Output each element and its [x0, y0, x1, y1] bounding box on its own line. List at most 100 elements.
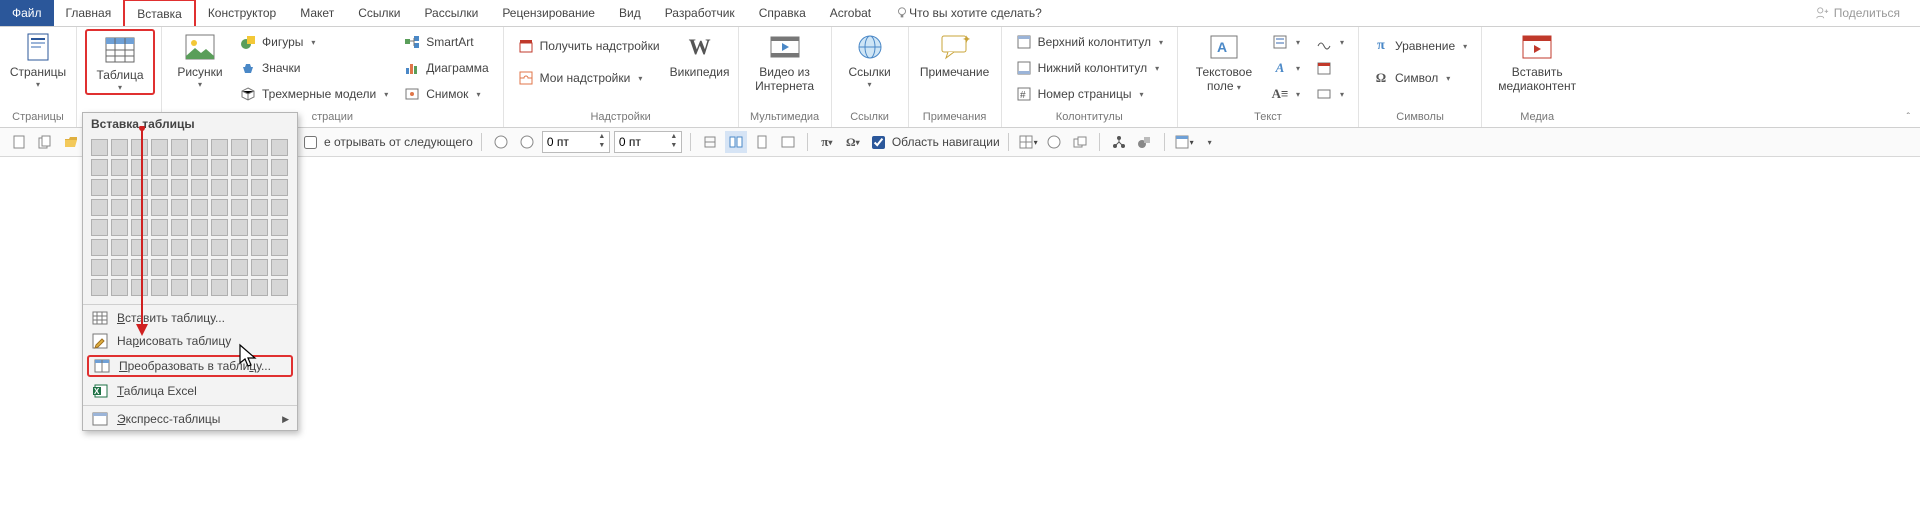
table-grid-cell[interactable]	[111, 259, 128, 276]
table-grid-cell[interactable]	[91, 139, 108, 156]
table-grid-cell[interactable]	[151, 279, 168, 296]
table-grid-cell[interactable]	[271, 179, 288, 196]
table-grid-cell[interactable]	[251, 179, 268, 196]
qat-table-grid[interactable]: ▾	[1017, 131, 1039, 153]
table-grid-cell[interactable]	[271, 259, 288, 276]
3dmodels-button[interactable]: Трехмерные модели▾	[236, 83, 392, 105]
table-grid-cell[interactable]	[211, 139, 228, 156]
table-grid-cell[interactable]	[231, 259, 248, 276]
table-grid-cell[interactable]	[251, 239, 268, 256]
table-grid-cell[interactable]	[211, 219, 228, 236]
table-grid-cell[interactable]	[151, 259, 168, 276]
my-addins-button[interactable]: Мои надстройки▾	[514, 67, 664, 89]
get-addins-button[interactable]: Получить надстройки	[514, 35, 664, 57]
table-grid-cell[interactable]	[211, 239, 228, 256]
table-grid-cell[interactable]	[171, 179, 188, 196]
table-grid-cell[interactable]	[251, 259, 268, 276]
tab-design[interactable]: Конструктор	[196, 0, 288, 26]
tab-mailings[interactable]: Рассылки	[412, 0, 490, 26]
table-grid-cell[interactable]	[191, 259, 208, 276]
comment-button[interactable]: ✦ Примечание	[915, 29, 995, 79]
quick-tables-item[interactable]: Экспресс-таблицы ▶	[83, 408, 297, 430]
spacing-after-input[interactable]	[615, 135, 667, 149]
table-grid-cell[interactable]	[111, 179, 128, 196]
table-grid-cell[interactable]	[191, 179, 208, 196]
table-grid-cell[interactable]	[91, 159, 108, 176]
tab-references[interactable]: Ссылки	[346, 0, 412, 26]
table-grid-cell[interactable]	[211, 279, 228, 296]
pagenumber-button[interactable]: # Номер страницы▾	[1012, 83, 1167, 105]
table-grid-cell[interactable]	[151, 219, 168, 236]
draw-table-item[interactable]: Нарисовать таблицу	[83, 329, 297, 353]
table-grid-cell[interactable]	[251, 279, 268, 296]
table-button[interactable]: Таблица ▾	[88, 32, 152, 92]
table-grid-cell[interactable]	[151, 139, 168, 156]
table-grid-cell[interactable]	[231, 179, 248, 196]
tab-developer[interactable]: Разработчик	[653, 0, 747, 26]
table-grid-cell[interactable]	[131, 279, 148, 296]
qat-shapes[interactable]	[1134, 131, 1156, 153]
qat-misc1[interactable]	[699, 131, 721, 153]
shapes-button[interactable]: Фигуры▾	[236, 31, 392, 53]
table-grid-cell[interactable]	[131, 199, 148, 216]
table-insert-grid[interactable]	[83, 135, 297, 302]
table-grid-cell[interactable]	[131, 139, 148, 156]
table-grid-cell[interactable]	[91, 179, 108, 196]
qat-radio2[interactable]	[516, 131, 538, 153]
table-grid-cell[interactable]	[111, 159, 128, 176]
table-grid-cell[interactable]	[271, 279, 288, 296]
header-button[interactable]: Верхний колонтитул▾	[1012, 31, 1167, 53]
qat-readmode[interactable]	[725, 131, 747, 153]
table-grid-cell[interactable]	[211, 159, 228, 176]
tab-review[interactable]: Рецензирование	[490, 0, 607, 26]
table-grid-cell[interactable]	[231, 219, 248, 236]
table-grid-cell[interactable]	[231, 239, 248, 256]
links-button[interactable]: Ссылки ▾	[838, 29, 902, 89]
excel-table-item[interactable]: X Таблица Excel	[83, 379, 297, 403]
tab-help[interactable]: Справка	[747, 0, 818, 26]
qat-radio1[interactable]	[490, 131, 512, 153]
table-grid-cell[interactable]	[111, 219, 128, 236]
spacing-before-input[interactable]	[543, 135, 595, 149]
chart-button[interactable]: Диаграмма	[400, 57, 492, 79]
table-grid-cell[interactable]	[251, 159, 268, 176]
mediacontent-button[interactable]: Вставить медиаконтент	[1488, 29, 1586, 93]
share-button[interactable]: Поделиться	[1815, 0, 1920, 26]
insert-table-item[interactable]: Вставить таблицу...	[83, 307, 297, 329]
table-grid-cell[interactable]	[251, 219, 268, 236]
table-grid-cell[interactable]	[111, 279, 128, 296]
table-grid-cell[interactable]	[171, 239, 188, 256]
collapse-ribbon-icon[interactable]: ˆ	[1907, 112, 1910, 123]
qat-newdoc[interactable]	[8, 131, 30, 153]
qat-layers[interactable]	[1069, 131, 1091, 153]
table-grid-cell[interactable]	[231, 159, 248, 176]
signature-button[interactable]: ▾	[1312, 31, 1348, 53]
wikipedia-button[interactable]: W Википедия	[668, 29, 732, 79]
table-grid-cell[interactable]	[191, 199, 208, 216]
table-grid-cell[interactable]	[151, 239, 168, 256]
table-grid-cell[interactable]	[191, 159, 208, 176]
table-grid-cell[interactable]	[111, 199, 128, 216]
qat-tableicon[interactable]: ▾	[1173, 131, 1195, 153]
datetime-button[interactable]	[1312, 57, 1348, 79]
table-grid-cell[interactable]	[211, 259, 228, 276]
table-grid-cell[interactable]	[271, 139, 288, 156]
tab-layout[interactable]: Макет	[288, 0, 346, 26]
table-grid-cell[interactable]	[131, 179, 148, 196]
table-grid-cell[interactable]	[171, 219, 188, 236]
table-grid-cell[interactable]	[91, 219, 108, 236]
icons-button[interactable]: Значки	[236, 57, 392, 79]
qat-navpane[interactable]: Область навигации	[868, 133, 1000, 152]
pages-button[interactable]: Страницы ▾	[6, 29, 70, 89]
table-grid-cell[interactable]	[251, 199, 268, 216]
table-grid-cell[interactable]	[211, 179, 228, 196]
table-grid-cell[interactable]	[191, 279, 208, 296]
qat-copy[interactable]	[34, 131, 56, 153]
equation-button[interactable]: π Уравнение▾	[1369, 35, 1471, 57]
table-grid-cell[interactable]	[131, 239, 148, 256]
qat-spacing-after[interactable]: ▲▼	[614, 131, 682, 153]
wordart-button[interactable]: A▾	[1268, 57, 1304, 79]
tab-file[interactable]: Файл	[0, 0, 54, 26]
table-grid-cell[interactable]	[91, 279, 108, 296]
symbol-button[interactable]: Ω Символ▾	[1369, 67, 1471, 89]
